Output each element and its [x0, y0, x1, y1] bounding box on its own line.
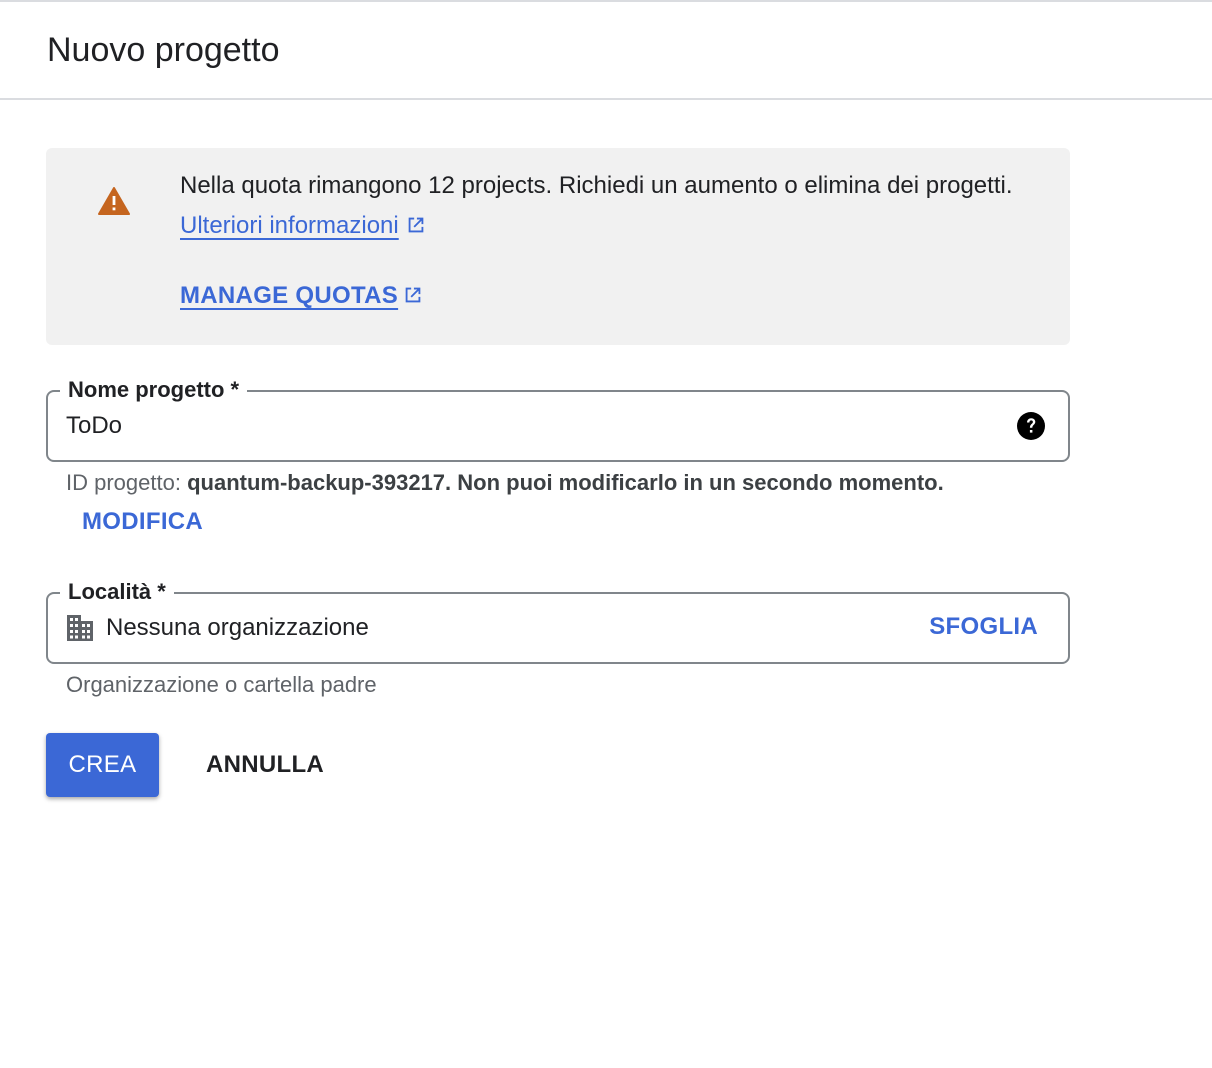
- location-label: Località *: [60, 578, 174, 606]
- quota-message-text: Nella quota rimangono 12 projects. Richi…: [180, 172, 1013, 199]
- edit-project-id-button[interactable]: MODIFICA: [82, 506, 203, 538]
- project-id-helper: ID progetto: quantum-backup-393217. Non …: [66, 468, 944, 498]
- project-name-label: Nome progetto *: [60, 376, 248, 404]
- project-id-value: quantum-backup-393217. Non puoi modifica…: [187, 470, 944, 495]
- new-project-page: Nuovo progetto Nella quota rimangono 12 …: [0, 0, 1212, 1068]
- open-in-new-icon[interactable]: [405, 214, 427, 236]
- manage-quotas-link[interactable]: MANAGE QUOTAS: [180, 282, 398, 309]
- location-helper: Organizzazione o cartella padre: [66, 672, 377, 697]
- project-name-input[interactable]: ToDo: [66, 410, 122, 442]
- warning-triangle-icon: [98, 187, 130, 215]
- page-title: Nuovo progetto: [47, 31, 280, 69]
- create-button[interactable]: CREA: [46, 733, 159, 797]
- learn-more-link[interactable]: Ulteriori informazioni: [180, 212, 399, 239]
- project-name-field[interactable]: Nome progetto * ToDo: [46, 376, 1070, 462]
- open-in-new-icon[interactable]: [402, 284, 424, 306]
- location-field[interactable]: Località * Nessuna organizzazione SFOGLI…: [46, 578, 1070, 664]
- help-circle-icon[interactable]: [1016, 411, 1046, 441]
- header: Nuovo progetto: [0, 2, 1212, 100]
- location-value[interactable]: Nessuna organizzazione: [106, 612, 369, 644]
- manage-quotas-container: MANAGE QUOTAS: [180, 276, 424, 316]
- quota-message: Nella quota rimangono 12 projects. Richi…: [180, 166, 1020, 246]
- building-icon: [67, 615, 93, 641]
- quota-warning-banner: Nella quota rimangono 12 projects. Richi…: [46, 148, 1070, 345]
- browse-button[interactable]: SFOGLIA: [929, 611, 1038, 643]
- project-id-prefix: ID progetto:: [66, 470, 188, 495]
- cancel-button[interactable]: ANNULLA: [190, 733, 340, 797]
